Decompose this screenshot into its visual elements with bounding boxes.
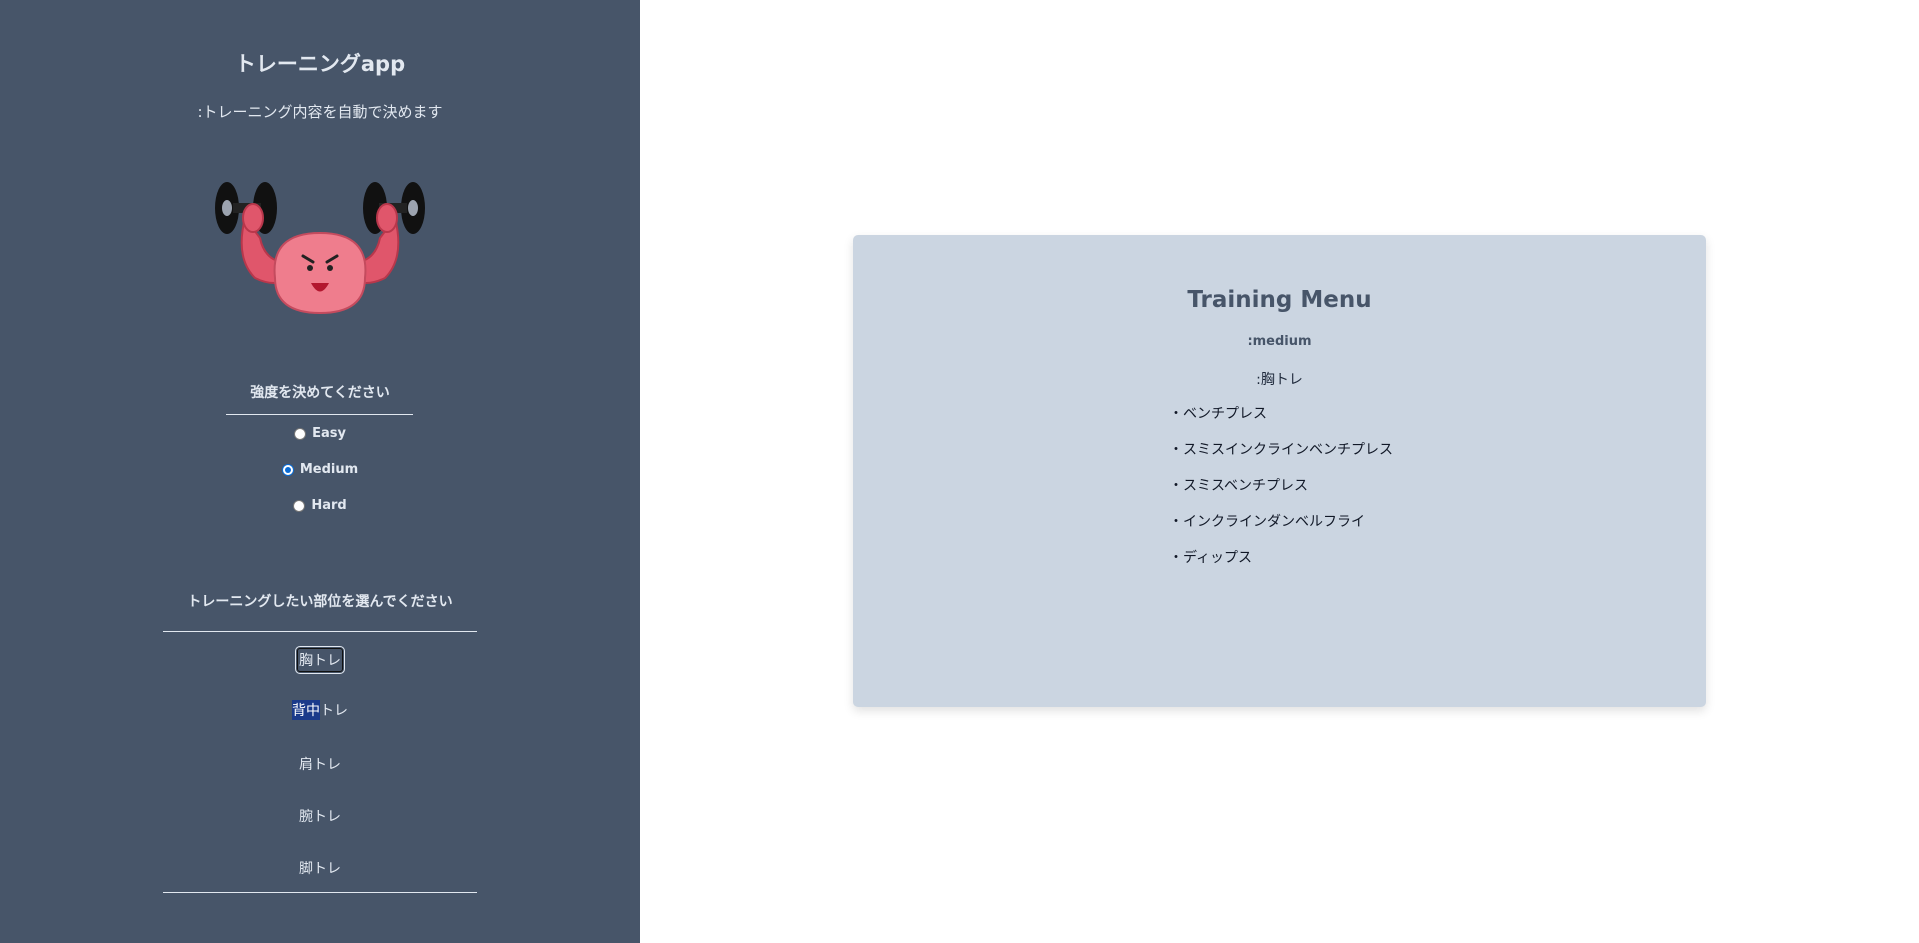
part-heading: トレーニングしたい部位を選んでください [187, 594, 453, 610]
app-root: トレーニングapp :トレーニング内容を自動で決めます 強度を決めてください E… [0, 0, 1919, 943]
list-item: ・ベンチプレス [1169, 406, 1267, 422]
radio-hard-label: Hard [311, 498, 347, 513]
radio-easy[interactable]: Easy [0, 426, 640, 441]
training-menu-card: Training Menu :medium :胸トレ ・ベンチプレス ・スミスイ… [853, 235, 1706, 707]
divider [163, 892, 477, 893]
part-button-arm[interactable]: 腕トレ [0, 804, 640, 828]
list-item: ・スミスインクラインベンチプレス [1169, 442, 1393, 458]
intensity-heading: 強度を決めてください [250, 385, 390, 401]
radio-medium[interactable]: Medium [0, 462, 646, 477]
radio-hard-button[interactable] [293, 499, 306, 512]
sidebar: トレーニングapp :トレーニング内容を自動で決めます 強度を決めてください E… [0, 0, 640, 943]
radio-medium-label: Medium [299, 462, 359, 477]
radio-hard[interactable]: Hard [0, 498, 640, 513]
selected-part: :胸トレ [1256, 372, 1303, 388]
selected-text: 背中 [292, 700, 320, 720]
part-button-chest-label: 胸トレ [295, 646, 345, 674]
part-button-back-label-rest: トレ [320, 703, 348, 719]
part-button-back[interactable]: 背中トレ [0, 700, 640, 720]
part-button-shoulder-label: 肩トレ [299, 757, 341, 773]
list-item: ・スミスベンチプレス [1169, 478, 1309, 494]
card-title: Training Menu [1187, 287, 1372, 313]
part-button-back-label: 背中トレ [292, 700, 348, 720]
muscle-mascot-icon [215, 182, 425, 315]
radio-easy-label: Easy [312, 426, 346, 441]
list-item: ・インクラインダンベルフライ [1169, 514, 1365, 530]
radio-medium-button[interactable] [281, 463, 294, 476]
app-title: トレーニングapp [234, 52, 406, 76]
divider [163, 631, 477, 632]
part-button-shoulder[interactable]: 肩トレ [0, 752, 640, 776]
app-subtitle: :トレーニング内容を自動で決めます [197, 103, 443, 121]
part-button-chest[interactable]: 胸トレ [0, 646, 640, 674]
part-button-arm-label: 腕トレ [299, 809, 341, 825]
exercise-list: ・ベンチプレス ・スミスインクラインベンチプレス ・スミスベンチプレス ・インク… [1169, 404, 1393, 584]
divider [226, 414, 413, 415]
intensity-level: :medium [1247, 334, 1312, 349]
part-button-leg-label: 脚トレ [299, 861, 341, 877]
main-content: Training Menu :medium :胸トレ ・ベンチプレス ・スミスイ… [640, 0, 1919, 943]
part-button-leg[interactable]: 脚トレ [0, 856, 640, 880]
radio-easy-button[interactable] [294, 427, 307, 440]
list-item: ・ディップス [1169, 550, 1253, 566]
